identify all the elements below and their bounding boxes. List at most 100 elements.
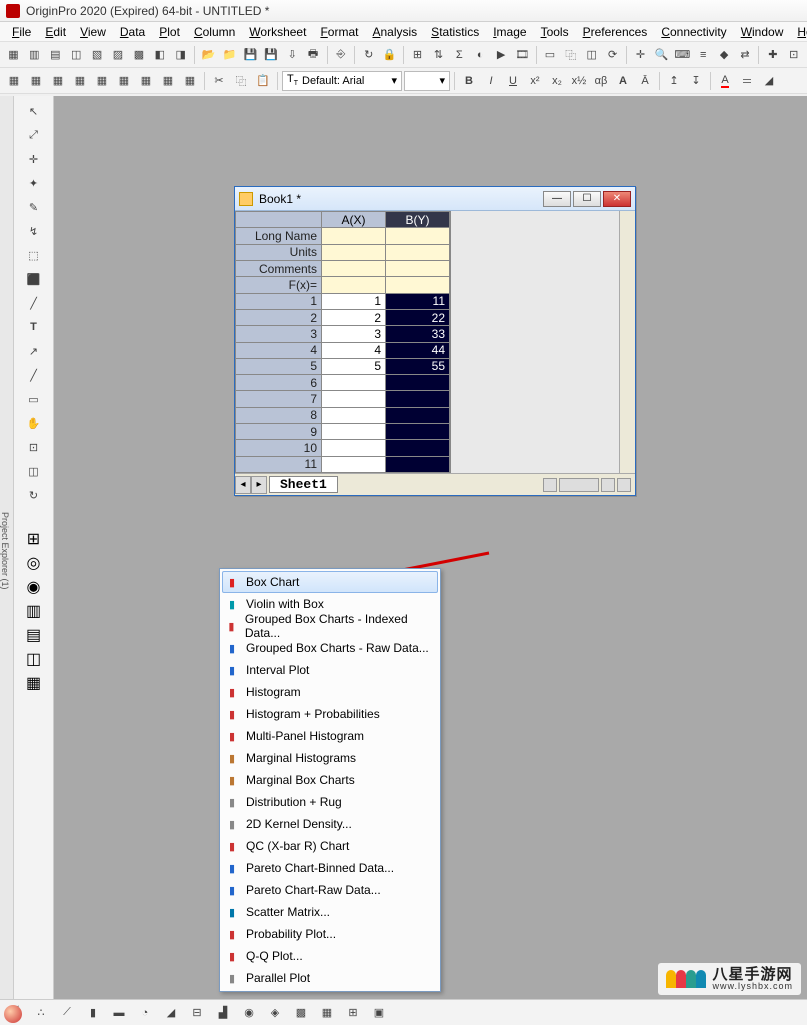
new-layout-button[interactable]: ▩ (129, 45, 148, 65)
recalculate-button[interactable]: ↻ (359, 45, 378, 65)
popup-item-q-q-plot[interactable]: ▮Q-Q Plot... (222, 945, 438, 967)
mask-tool[interactable]: ⬛ (22, 268, 46, 290)
region-tool[interactable]: ◫ (22, 460, 46, 482)
row-header[interactable]: 4 (236, 342, 322, 358)
duplicate-button[interactable]: ⿻ (561, 45, 580, 65)
cell[interactable] (386, 407, 450, 423)
close-button[interactable]: ✕ (603, 191, 631, 207)
batch-button[interactable]: ⎆ (331, 45, 350, 65)
subscript-button[interactable]: x₂ (547, 71, 567, 91)
annotation-tool[interactable]: ✎ (22, 196, 46, 218)
wks-button-9[interactable]: ▦ (180, 71, 200, 91)
sheet-tab[interactable]: Sheet1 (269, 476, 338, 493)
sheet-nav-prev[interactable]: ▸ (251, 476, 267, 494)
menu-data[interactable]: Data (114, 23, 151, 41)
new-excel-button[interactable]: ◫ (67, 45, 86, 65)
meta-row-header[interactable]: Long Name (236, 228, 322, 244)
popup-item-scatter-matrix[interactable]: ▮Scatter Matrix... (222, 901, 438, 923)
find-button[interactable]: 🔍 (652, 45, 671, 65)
cell[interactable]: 33 (386, 326, 450, 342)
italic-button[interactable]: I (481, 71, 501, 91)
menu-view[interactable]: View (74, 23, 112, 41)
plot-3d-button[interactable]: ◈ (264, 1003, 286, 1023)
cut-button[interactable]: ✂ (209, 71, 229, 91)
menu-file[interactable]: File (6, 23, 37, 41)
popup-item-box-chart[interactable]: ▮Box Chart (222, 571, 438, 593)
minimize-button[interactable]: — (543, 191, 571, 207)
cell[interactable]: 11 (386, 293, 450, 309)
menu-window[interactable]: Window (735, 23, 790, 41)
cell[interactable]: 1 (322, 293, 386, 309)
menu-image[interactable]: Image (487, 23, 532, 41)
row-header[interactable]: 9 (236, 424, 322, 440)
lock-button[interactable]: 🔒 (380, 45, 399, 65)
graph-tool-3[interactable]: ◉ (20, 576, 48, 598)
add-columns-button[interactable]: ⊞ (408, 45, 427, 65)
plot-column-button[interactable]: ▮ (82, 1003, 104, 1023)
cell[interactable] (322, 440, 386, 456)
cell[interactable]: 4 (322, 342, 386, 358)
cell[interactable] (386, 456, 450, 472)
popup-item-pareto-chart-raw-data[interactable]: ▮Pareto Chart-Raw Data... (222, 879, 438, 901)
python-button[interactable]: ◆ (715, 45, 734, 65)
vertical-scrollbar[interactable] (619, 211, 635, 473)
popup-item-2d-kernel-density[interactable]: ▮2D Kernel Density... (222, 813, 438, 835)
apps-button[interactable]: ⊡ (784, 45, 803, 65)
row-header[interactable]: 6 (236, 375, 322, 391)
video-button[interactable]: ▶ (492, 45, 511, 65)
new-project-button[interactable]: ▦ (4, 45, 23, 65)
row-header[interactable]: 1 (236, 293, 322, 309)
row-header[interactable]: 10 (236, 440, 322, 456)
plot-box-button[interactable]: ⊟ (186, 1003, 208, 1023)
column-header[interactable]: A(X) (322, 212, 386, 228)
add-button[interactable]: ✚ (763, 45, 782, 65)
line-style-button[interactable]: ＝ (737, 71, 757, 91)
graph-tool-1[interactable]: ⊞ (20, 528, 48, 550)
sort-button[interactable]: ⇅ (429, 45, 448, 65)
cell[interactable]: 3 (322, 326, 386, 342)
maximize-button[interactable]: ☐ (573, 191, 601, 207)
copy-button[interactable]: ⿻ (231, 71, 251, 91)
graph-tool-7[interactable]: ▦ (20, 672, 48, 694)
cell[interactable]: 55 (386, 358, 450, 374)
popup-item-marginal-box-charts[interactable]: ▮Marginal Box Charts (222, 769, 438, 791)
menu-worksheet[interactable]: Worksheet (243, 23, 312, 41)
plot-more-button[interactable]: ⊞ (342, 1003, 364, 1023)
sheet-nav-first[interactable]: ◂ (235, 476, 251, 494)
plot-image-button[interactable]: ▦ (316, 1003, 338, 1023)
row-header[interactable]: 5 (236, 358, 322, 374)
font-color-button[interactable]: A (715, 71, 735, 91)
popup-item-grouped-box-charts-indexed-data[interactable]: ▮Grouped Box Charts - Indexed Data... (222, 615, 438, 637)
popup-item-probability-plot[interactable]: ▮Probability Plot... (222, 923, 438, 945)
import-button[interactable]: ⇩ (283, 45, 302, 65)
cell[interactable] (322, 424, 386, 440)
row-header[interactable]: 11 (236, 456, 322, 472)
wks-button-7[interactable]: ▦ (136, 71, 156, 91)
save-template-button[interactable]: 💾 (262, 45, 281, 65)
plot-scatter-button[interactable]: ∴ (30, 1003, 52, 1023)
popup-item-histogram[interactable]: ▮Histogram (222, 681, 438, 703)
screen-reader-tool[interactable]: ✦ (22, 172, 46, 194)
pointer-tool[interactable]: ↖ (22, 100, 46, 122)
bold-button[interactable]: B (459, 71, 479, 91)
menu-connectivity[interactable]: Connectivity (655, 23, 732, 41)
row-header[interactable]: 2 (236, 309, 322, 325)
popup-item-pareto-chart-binned-data[interactable]: ▮Pareto Chart-Binned Data... (222, 857, 438, 879)
new-notes-button[interactable]: ◧ (150, 45, 169, 65)
hscroll-track[interactable] (559, 478, 599, 492)
plot-area-button[interactable]: ◢ (160, 1003, 182, 1023)
cell[interactable] (386, 375, 450, 391)
plot-contour-button[interactable]: ◉ (238, 1003, 260, 1023)
meta-row-header[interactable]: Comments (236, 260, 322, 276)
code-builder-button[interactable]: ⌨ (673, 45, 692, 65)
slide-button[interactable]: ▭ (540, 45, 559, 65)
wks-button-2[interactable]: ▦ (26, 71, 46, 91)
hscroll-right[interactable] (601, 478, 615, 492)
pan-tool[interactable]: ✋ (22, 412, 46, 434)
popup-item-grouped-box-charts-raw-data[interactable]: ▮Grouped Box Charts - Raw Data... (222, 637, 438, 659)
line-tool[interactable]: ╱ (22, 364, 46, 386)
cell[interactable] (322, 407, 386, 423)
save-button[interactable]: 💾 (241, 45, 260, 65)
font-button[interactable]: A (613, 71, 633, 91)
film-button[interactable]: 🎞 (513, 45, 532, 65)
